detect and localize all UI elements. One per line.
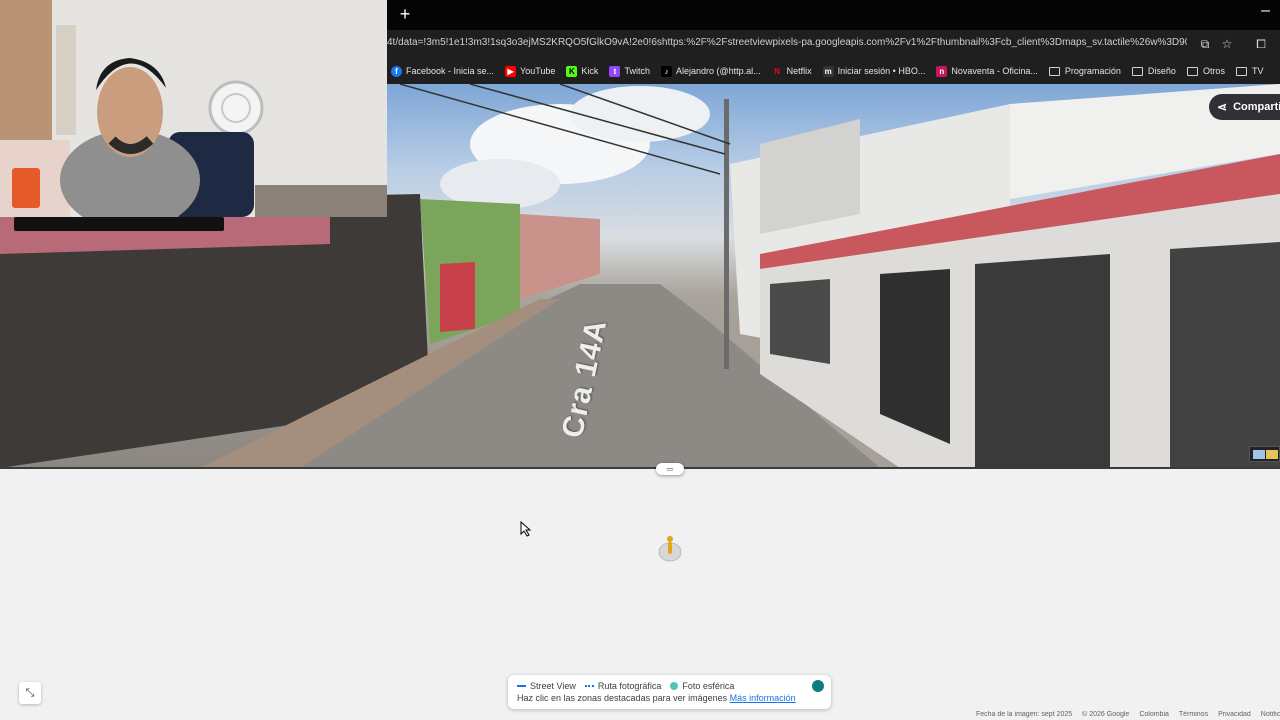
address-bar[interactable]: 4t/data=!3m5!1e1!3m3!1sq3o3ejMS2KRQO5fGl… [387,30,1280,58]
legend-item-photo-route: Ruta fotográfica [584,681,662,691]
folder-icon [1048,66,1060,76]
legend-label: Street View [530,681,576,691]
novaventa-icon: n [936,65,948,77]
dashed-swatch-icon [584,685,594,687]
bookmark-label: Novaventa - Oficina... [951,66,1038,76]
report-link[interactable]: Notific [1261,711,1280,720]
bookmark-label: Programación [1064,66,1121,76]
bookmark-label: Otros [1202,66,1225,76]
thumbnail-image [1253,450,1265,459]
legend-label: Foto esférica [682,681,735,691]
bookmark-folder-otros[interactable]: Otros [1186,66,1225,76]
webcam-caption-bar [14,217,224,231]
mouse-cursor-icon [520,521,532,537]
bookmark-folder-tv[interactable]: TV [1235,66,1264,76]
webcam-video [0,0,387,217]
bookmark-label: Kick [581,66,599,76]
bookmark-label: Netflix [786,66,812,76]
youtube-icon: ▶ [505,65,517,77]
bookmark-label: Alejandro (@http.al... [675,66,761,76]
bookmark-kick[interactable]: K Kick [566,65,599,77]
share-icon: ⋖ [1217,100,1228,114]
street-view-legend: Street View Ruta fotográfica Foto esféri… [508,675,831,709]
folder-icon [1186,66,1198,76]
share-label: Compartir [1233,101,1280,113]
bookmark-label: Diseño [1147,66,1176,76]
fullscreen-exit-icon: ⤡ [25,687,35,699]
layer-toggle[interactable] [812,680,824,692]
split-divider [0,467,1280,469]
thumbnail-image [1266,450,1278,459]
legend-item-spherical-photo: Foto esférica [670,681,734,691]
line-swatch-icon [517,685,526,687]
legend-item-street-view: Street View [517,681,576,691]
minimize-icon: – [1261,2,1270,19]
bookmark-tiktok[interactable]: ♪ Alejandro (@http.al... [660,65,761,77]
copyright: © 2026 Google [1082,711,1130,718]
bookmark-folder-programacion[interactable]: Programación [1048,66,1121,76]
minimize-button[interactable]: – [1261,2,1270,20]
webcam-overlay [0,0,387,217]
bookmark-novaventa[interactable]: n Novaventa - Oficina... [936,65,1038,77]
new-tab-button[interactable]: + [395,4,415,24]
netflix-icon: N [771,65,783,77]
privacy-link[interactable]: Privacidad [1218,711,1251,720]
extensions-icon[interactable]: ⧠ [1253,36,1269,52]
bookmark-label: YouTube [520,66,556,76]
terms-link[interactable]: Términos [1179,711,1208,720]
tiktok-icon: ♪ [660,65,672,77]
legend-hint-text: Haz clic en las zonas destacadas para ve… [517,693,728,703]
bookmark-netflix[interactable]: N Netflix [771,65,812,77]
facebook-icon: f [391,65,402,77]
plus-icon: + [399,4,411,24]
bookmark-twitch[interactable]: t Twitch [609,65,650,77]
resize-handle[interactable]: ═ [656,463,684,475]
thumbnail-preview[interactable] [1249,446,1280,462]
pegman-icon[interactable] [657,535,683,563]
collapse-fullscreen-button[interactable]: ⤡ [19,682,41,704]
bookmark-label: TV [1251,66,1264,76]
bookmark-label: Iniciar sesión • HBO... [837,66,926,76]
drag-handle-icon: ═ [666,464,674,474]
legend-label: Ruta fotográfica [597,681,662,691]
bookmark-label: Facebook - Inicia se... [406,66,495,76]
more-info-link[interactable]: Más información [730,693,796,703]
bookmark-hbo[interactable]: m Iniciar sesión • HBO... [822,65,926,77]
legend-hint: Haz clic en las zonas destacadas para ve… [517,693,796,703]
dot-swatch-icon [670,682,679,690]
hbo-icon: m [822,65,834,77]
bookmark-facebook[interactable]: f Facebook - Inicia se... [391,65,495,77]
bookmark-folder-diseno[interactable]: Diseño [1131,66,1176,76]
bookmark-youtube[interactable]: ▶ YouTube [505,65,556,77]
folder-icon [1131,66,1143,76]
map-footer: Fecha de la imagen: sept 2025 © 2026 Goo… [976,711,1280,720]
tab-bar: + – [387,0,1280,30]
folder-icon [1235,66,1247,76]
kick-icon: K [566,65,578,77]
bookmarks-bar: f Facebook - Inicia se... ▶ YouTube K Ki… [387,58,1280,84]
twitch-icon: t [609,65,621,77]
bookmark-label: Twitch [624,66,650,76]
url-text[interactable]: 4t/data=!3m5!1e1!3m3!1sq3o3ejMS2KRQO5fGl… [387,37,1187,48]
region-link[interactable]: Colombia [1139,711,1169,720]
share-button[interactable]: ⋖ Compartir [1209,94,1280,120]
bookmark-star-icon[interactable]: ☆ [1219,36,1235,52]
install-app-icon[interactable]: ⧉ [1197,36,1213,52]
image-date: Fecha de la imagen: sept 2025 [976,711,1073,718]
